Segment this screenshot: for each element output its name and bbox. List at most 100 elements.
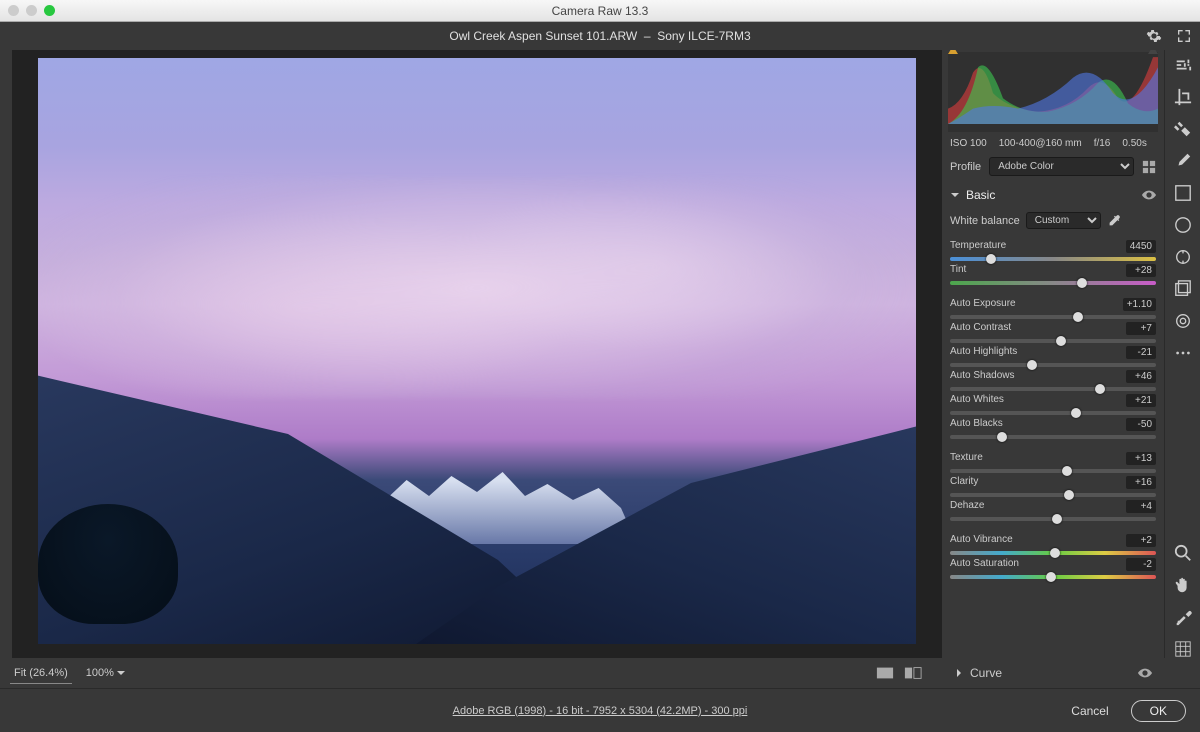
ok-button[interactable]: OK [1131, 700, 1186, 722]
snapshots-icon[interactable] [1174, 280, 1192, 298]
traffic-minimize[interactable] [26, 5, 37, 16]
slider-thumb[interactable] [1056, 336, 1066, 346]
traffic-close[interactable] [8, 5, 19, 16]
local-brush-icon[interactable] [1174, 152, 1192, 170]
slider-clarity[interactable]: Clarity+16 [950, 473, 1156, 497]
slider-vibrance[interactable]: Auto Vibrance+2 [950, 531, 1156, 555]
slider-track[interactable] [950, 281, 1156, 285]
slider-thumb[interactable] [1027, 360, 1037, 370]
slider-thumb[interactable] [997, 432, 1007, 442]
tool-strip [1164, 50, 1200, 658]
slider-value[interactable]: +46 [1126, 370, 1156, 383]
slider-shadows[interactable]: Auto Shadows+46 [950, 367, 1156, 391]
slider-track[interactable] [950, 469, 1156, 473]
slider-value[interactable]: +13 [1126, 452, 1156, 465]
slider-label: Texture [950, 452, 983, 465]
slider-value[interactable]: +16 [1126, 476, 1156, 489]
slider-track[interactable] [950, 411, 1156, 415]
slider-thumb[interactable] [1062, 466, 1072, 476]
grid-toggle-icon[interactable] [1174, 640, 1192, 658]
workflow-link[interactable]: Adobe RGB (1998) - 16 bit - 7952 x 5304 … [453, 705, 748, 717]
slider-tint[interactable]: Tint+28 [950, 261, 1156, 285]
slider-dehaze[interactable]: Dehaze+4 [950, 497, 1156, 521]
slider-temperature[interactable]: Temperature4450 [950, 237, 1156, 261]
slider-saturation[interactable]: Auto Saturation -2 [950, 555, 1156, 579]
profile-browse-icon[interactable] [1142, 160, 1156, 174]
slider-value[interactable]: +1.10 [1123, 298, 1156, 311]
before-after-icon[interactable] [904, 666, 922, 680]
slider-track[interactable] [950, 517, 1156, 521]
slider-value[interactable]: -2 [1126, 558, 1156, 571]
curve-section-header[interactable]: Curve [942, 658, 1164, 688]
slider-value[interactable]: -50 [1126, 418, 1156, 431]
slider-thumb[interactable] [1077, 278, 1087, 288]
shadow-clip-icon[interactable] [946, 50, 960, 56]
slider-track[interactable] [950, 339, 1156, 343]
slider-thumb[interactable] [1071, 408, 1081, 418]
slider-value[interactable]: +7 [1126, 322, 1156, 335]
slider-track[interactable] [950, 551, 1156, 555]
slider-value[interactable]: +4 [1126, 500, 1156, 513]
more-icon[interactable] [1174, 344, 1192, 362]
slider-track[interactable] [950, 435, 1156, 439]
cancel-button[interactable]: Cancel [1061, 700, 1118, 722]
edit-sliders-icon[interactable] [1174, 56, 1192, 74]
slider-thumb[interactable] [1064, 490, 1074, 500]
highlight-clip-icon[interactable] [1146, 50, 1160, 56]
wb-select[interactable]: Custom [1026, 212, 1101, 229]
slider-label: Auto Blacks [950, 418, 1003, 431]
hand-icon[interactable] [1174, 576, 1192, 594]
slider-contrast[interactable]: Auto Contrast+7 [950, 319, 1156, 343]
presets-icon[interactable] [1174, 312, 1192, 330]
slider-thumb[interactable] [1052, 514, 1062, 524]
crop-icon[interactable] [1174, 88, 1192, 106]
slider-thumb[interactable] [986, 254, 996, 264]
visibility-eye-icon[interactable] [1138, 668, 1152, 678]
zoom-bar: Fit (26.4%) 100% [0, 658, 942, 688]
slider-thumb[interactable] [1095, 384, 1105, 394]
sampler-icon[interactable] [1174, 608, 1192, 626]
slider-value[interactable]: +2 [1126, 534, 1156, 547]
slider-value[interactable]: +28 [1126, 264, 1156, 277]
linear-gradient-icon[interactable] [1174, 184, 1192, 202]
traffic-zoom[interactable] [44, 5, 55, 16]
exif-row: ISO 100 100-400@160 mm f/16 0.50s [942, 134, 1164, 153]
slider-label: Auto Saturation [950, 558, 1019, 571]
slider-texture[interactable]: Texture +13 [950, 449, 1156, 473]
profile-select[interactable]: Adobe Color [989, 157, 1134, 176]
image-preview-area[interactable] [12, 50, 942, 658]
histogram[interactable] [948, 52, 1158, 132]
fullscreen-icon[interactable] [1176, 28, 1192, 44]
chevron-down-icon [116, 668, 126, 678]
exif-iso: ISO 100 [950, 138, 987, 149]
slider-value[interactable]: 4450 [1126, 240, 1156, 253]
slider-value[interactable]: -21 [1126, 346, 1156, 359]
single-view-icon[interactable] [876, 666, 894, 680]
exif-shutter: 0.50s [1122, 138, 1146, 149]
zoom-fit[interactable]: Fit (26.4%) [10, 663, 72, 684]
visibility-eye-icon[interactable] [1142, 190, 1156, 200]
slider-highlights[interactable]: Auto Highlights -21 [950, 343, 1156, 367]
slider-blacks[interactable]: Auto Blacks -50 [950, 415, 1156, 439]
slider-track[interactable] [950, 257, 1156, 261]
slider-track[interactable] [950, 575, 1156, 579]
zoom-100[interactable]: 100% [86, 667, 126, 679]
basic-section-header[interactable]: Basic [950, 180, 1156, 208]
settings-gear-icon[interactable] [1146, 28, 1162, 44]
slider-label: Auto Highlights [950, 346, 1017, 359]
slider-track[interactable] [950, 387, 1156, 391]
radial-gradient-icon[interactable] [1174, 216, 1192, 234]
slider-track[interactable] [950, 315, 1156, 319]
slider-thumb[interactable] [1046, 572, 1056, 582]
slider-value[interactable]: +21 [1126, 394, 1156, 407]
slider-track[interactable] [950, 493, 1156, 497]
zoom-icon[interactable] [1174, 544, 1192, 562]
slider-exposure[interactable]: Auto Exposure+1.10 [950, 295, 1156, 319]
redeye-icon[interactable] [1174, 248, 1192, 266]
eyedropper-icon[interactable] [1107, 214, 1121, 228]
heal-icon[interactable] [1174, 120, 1192, 138]
slider-thumb[interactable] [1050, 548, 1060, 558]
slider-track[interactable] [950, 363, 1156, 367]
slider-whites[interactable]: Auto Whites+21 [950, 391, 1156, 415]
slider-thumb[interactable] [1073, 312, 1083, 322]
